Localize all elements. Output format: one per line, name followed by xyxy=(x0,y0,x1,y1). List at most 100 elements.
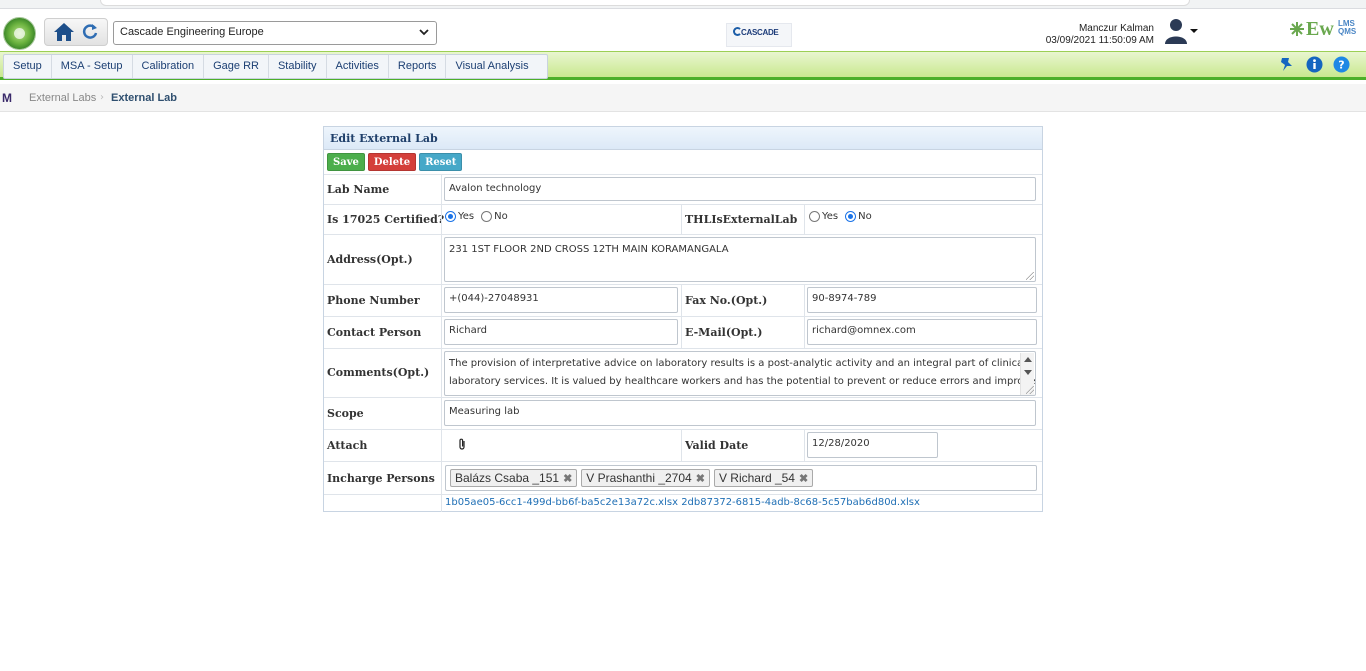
divider xyxy=(441,205,442,234)
nav-item-visual-analysis[interactable]: Visual Analysis xyxy=(446,55,537,78)
scope-input[interactable]: Measuring lab xyxy=(444,400,1036,426)
divider xyxy=(441,462,442,494)
contact-label: Contact Person xyxy=(327,326,422,339)
file-link[interactable]: 2db87372-6815-4adb-8c68-5c57bab6d80d.xls… xyxy=(681,497,920,508)
comments-line-1: The provision of interpretative advice o… xyxy=(449,358,1026,369)
certified-label: Is 17025 Certified? xyxy=(327,213,445,226)
divider xyxy=(441,175,442,204)
address-value: 231 1ST FLOOR 2ND CROSS 12TH MAIN KORAMA… xyxy=(449,244,729,255)
pin-icon[interactable] xyxy=(1279,56,1296,73)
nav-item-calibration[interactable]: Calibration xyxy=(133,55,205,78)
thl-external-no-radio[interactable] xyxy=(845,211,857,222)
phone-label: Phone Number xyxy=(327,294,420,307)
main-nav: Setup MSA - Setup Calibration Gage RR St… xyxy=(0,51,1366,80)
nav-menu: Setup MSA - Setup Calibration Gage RR St… xyxy=(3,54,548,79)
panel-title: Edit External Lab xyxy=(324,127,1042,150)
save-button[interactable]: Save xyxy=(327,153,365,171)
resize-grip-icon[interactable] xyxy=(1026,272,1034,280)
file-link[interactable]: 1b05ae05-6cc1-499d-bb6f-ba5c2e13a72c.xls… xyxy=(445,497,678,508)
divider xyxy=(441,430,442,461)
nav-item-reports[interactable]: Reports xyxy=(389,55,447,78)
comments-label: Comments(Opt.) xyxy=(327,366,430,379)
row-scope: Scope Measuring lab xyxy=(324,397,1042,429)
divider xyxy=(681,205,682,234)
help-icon[interactable]: ? xyxy=(1333,56,1350,73)
incharge-tag-label: V Prashanthi _2704 xyxy=(586,471,692,485)
nav-item-activities[interactable]: Activities xyxy=(327,55,389,78)
info-icon[interactable] xyxy=(1306,56,1323,73)
nav-item-gage-rr[interactable]: Gage RR xyxy=(204,55,269,78)
remove-tag-icon[interactable]: ✖ xyxy=(696,472,705,485)
incharge-tag-input[interactable]: Balázs Csaba _151 ✖ V Prashanthi _2704 ✖ V R… xyxy=(445,465,1037,491)
divider xyxy=(441,398,442,429)
certified-yes-radio[interactable] xyxy=(445,211,456,222)
nav-item-msa-setup[interactable]: MSA - Setup xyxy=(52,55,133,78)
breadcrumb: M External Labs › External Lab xyxy=(0,84,1366,112)
brand-sup: LMS QMS xyxy=(1338,19,1357,36)
comments-textarea[interactable]: The provision of interpretative advice o… xyxy=(444,351,1036,396)
address-bar[interactable] xyxy=(100,0,1190,6)
incharge-tag-label: V Richard _54 xyxy=(718,471,795,485)
scope-label: Scope xyxy=(327,407,364,420)
form-actions: Save Delete Reset xyxy=(327,153,463,171)
certified-yes-label: Yes xyxy=(458,211,475,222)
brand-logo: Ew LMS QMS xyxy=(1290,18,1362,43)
address-label: Address(Opt.) xyxy=(327,253,413,266)
thl-external-yes-radio[interactable] xyxy=(809,211,820,222)
remove-tag-icon[interactable]: ✖ xyxy=(799,472,808,485)
home-icon[interactable] xyxy=(53,22,75,42)
app-logo-icon[interactable] xyxy=(3,17,36,50)
refresh-icon[interactable] xyxy=(81,23,99,41)
row-incharge: Incharge Persons Balázs Csaba _151 ✖ V Pra… xyxy=(324,461,1042,494)
email-input[interactable]: richard@omnex.com xyxy=(807,319,1037,345)
incharge-tag: Balázs Csaba _151 ✖ xyxy=(450,469,578,487)
divider xyxy=(441,317,442,348)
attach-label: Attach xyxy=(327,439,368,452)
incharge-tag: V Richard _54 ✖ xyxy=(713,469,814,487)
breadcrumb-separator: › xyxy=(100,92,104,103)
thl-external-yes-label: Yes xyxy=(822,211,839,222)
home-refresh-group xyxy=(44,18,108,46)
contact-input[interactable]: Richard xyxy=(444,319,678,345)
certified-no-radio[interactable] xyxy=(481,211,493,222)
delete-button[interactable]: Delete xyxy=(367,153,417,171)
company-select[interactable]: Cascade Engineering Europe xyxy=(113,21,437,45)
breadcrumb-external-lab: External Lab xyxy=(111,92,178,104)
phone-input[interactable]: +(044)-27048931 xyxy=(444,287,678,313)
address-textarea[interactable]: 231 1ST FLOOR 2ND CROSS 12TH MAIN KORAMA… xyxy=(444,237,1036,282)
remove-tag-icon[interactable]: ✖ xyxy=(563,472,572,485)
partner-logo-text: CASCADE xyxy=(741,28,779,37)
breadcrumb-root[interactable]: M xyxy=(2,91,12,105)
row-contact-email: Contact Person Richard E-Mail(Opt.) rich… xyxy=(324,316,1042,348)
fax-input[interactable]: 90-8974-789 xyxy=(807,287,1037,313)
breadcrumb-external-labs[interactable]: External Labs xyxy=(29,92,96,104)
divider xyxy=(681,317,682,348)
browser-toolbar xyxy=(0,0,1366,9)
scroll-down-icon[interactable] xyxy=(1024,370,1032,375)
paperclip-icon[interactable] xyxy=(458,438,466,450)
valid-date-input[interactable]: 12/28/2020 xyxy=(807,432,938,458)
scroll-up-icon[interactable] xyxy=(1024,357,1032,362)
chevron-down-icon xyxy=(419,29,429,36)
user-avatar-icon[interactable] xyxy=(1163,17,1189,45)
row-attach-valid-date: Attach Valid Date 12/28/2020 xyxy=(324,429,1042,461)
divider xyxy=(441,495,442,512)
resize-grip-icon[interactable] xyxy=(1026,386,1034,394)
nav-item-stability[interactable]: Stability xyxy=(269,55,327,78)
divider xyxy=(681,285,682,316)
divider xyxy=(441,285,442,316)
thl-external-no-label: No xyxy=(858,211,872,222)
divider xyxy=(804,205,805,234)
certified-radio-group: Yes No xyxy=(445,211,513,222)
user-name: Manczur Kalman xyxy=(1078,23,1154,34)
user-menu-caret-icon[interactable] xyxy=(1190,29,1198,33)
thl-external-radio-group: Yes No xyxy=(809,211,877,222)
attached-files: 1b05ae05-6cc1-499d-bb6f-ba5c2e13a72c.xls… xyxy=(445,497,920,508)
nav-item-setup[interactable]: Setup xyxy=(4,55,52,78)
divider xyxy=(681,430,682,461)
comments-line-2: laboratory services. It is valued by hea… xyxy=(449,376,1036,387)
brand-flower-icon xyxy=(1290,22,1304,36)
reset-button[interactable]: Reset xyxy=(419,153,463,171)
lab-name-input[interactable]: Avalon technology xyxy=(444,177,1036,201)
svg-text:?: ? xyxy=(1338,59,1344,72)
